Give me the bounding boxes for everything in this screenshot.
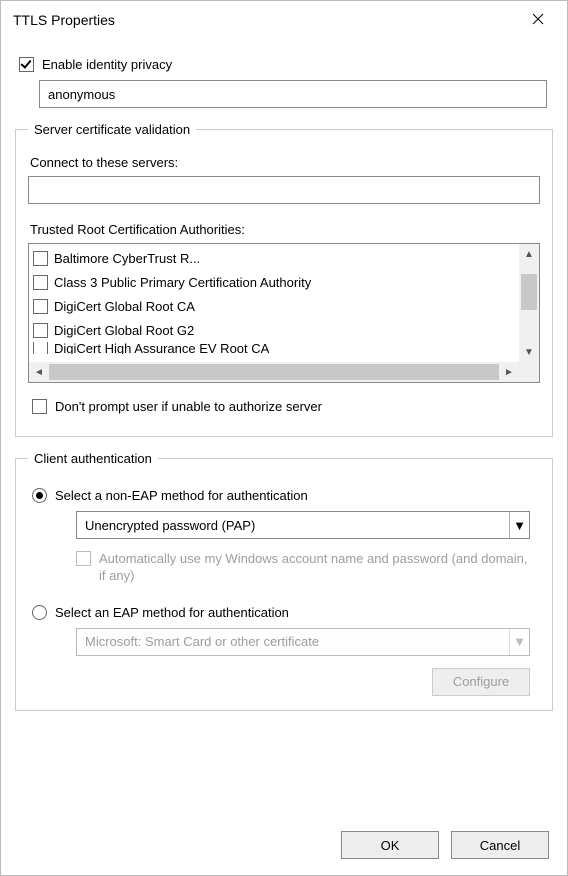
server-cert-validation-group: Server certificate validation Connect to…	[15, 122, 553, 437]
dialog-button-bar: OK Cancel	[341, 831, 549, 859]
dropdown-value: Microsoft: Smart Card or other certifica…	[77, 634, 509, 649]
scroll-left-icon[interactable]: ◄	[29, 362, 49, 382]
connect-servers-label: Connect to these servers:	[30, 155, 538, 170]
enable-identity-privacy-checkbox[interactable]	[19, 57, 34, 72]
ttls-properties-dialog: TTLS Properties Enable identity privacy …	[0, 0, 568, 876]
dont-prompt-checkbox[interactable]	[32, 399, 47, 414]
identity-input[interactable]	[39, 80, 547, 108]
eap-method-dropdown: Microsoft: Smart Card or other certifica…	[76, 628, 530, 656]
ca-item-label: Class 3 Public Primary Certification Aut…	[54, 275, 311, 290]
auto-windows-creds-label: Automatically use my Windows account nam…	[99, 551, 530, 585]
ca-item-checkbox[interactable]	[33, 251, 48, 266]
ca-item-checkbox[interactable]	[33, 323, 48, 338]
titlebar: TTLS Properties	[1, 1, 567, 39]
auto-windows-creds-checkbox	[76, 551, 91, 566]
eap-radio-label: Select an EAP method for authentication	[55, 605, 289, 620]
scroll-down-icon[interactable]: ▼	[519, 342, 539, 362]
list-item[interactable]: DigiCert Global Root G2	[33, 318, 517, 342]
horizontal-scrollbar[interactable]: ◄ ►	[29, 362, 539, 382]
ca-item-checkbox[interactable]	[33, 342, 48, 354]
window-title: TTLS Properties	[13, 12, 515, 28]
eap-radio[interactable]	[32, 605, 47, 620]
enable-identity-privacy-row: Enable identity privacy	[19, 57, 549, 72]
list-item[interactable]: DigiCert High Assurance EV Root CA	[33, 342, 517, 354]
non-eap-method-dropdown[interactable]: Unencrypted password (PAP) ▼	[76, 511, 530, 539]
configure-button: Configure	[432, 668, 530, 696]
vertical-scrollbar[interactable]: ▲ ▼	[519, 244, 539, 362]
list-item[interactable]: Baltimore CyberTrust R...	[33, 246, 517, 270]
list-item[interactable]: DigiCert Global Root CA	[33, 294, 517, 318]
close-button[interactable]	[515, 4, 561, 36]
trusted-root-ca-label: Trusted Root Certification Authorities:	[30, 222, 538, 237]
non-eap-radio[interactable]	[32, 488, 47, 503]
dropdown-value: Unencrypted password (PAP)	[77, 518, 509, 533]
close-icon	[532, 12, 544, 28]
scroll-track[interactable]	[49, 364, 499, 380]
scroll-up-icon[interactable]: ▲	[519, 244, 539, 264]
ca-item-label: DigiCert High Assurance EV Root CA	[54, 342, 269, 354]
client-authentication-legend: Client authentication	[28, 451, 158, 466]
dont-prompt-label: Don't prompt user if unable to authorize…	[55, 399, 322, 414]
non-eap-radio-label: Select a non-EAP method for authenticati…	[55, 488, 308, 503]
chevron-down-icon: ▼	[509, 629, 529, 655]
server-cert-validation-legend: Server certificate validation	[28, 122, 196, 137]
dont-prompt-row: Don't prompt user if unable to authorize…	[32, 399, 536, 414]
auto-windows-creds-row: Automatically use my Windows account nam…	[76, 551, 530, 585]
ca-item-checkbox[interactable]	[33, 275, 48, 290]
scroll-thumb[interactable]	[521, 274, 537, 310]
ca-item-label: Baltimore CyberTrust R...	[54, 251, 200, 266]
trusted-root-ca-listbox[interactable]: Baltimore CyberTrust R... Class 3 Public…	[28, 243, 540, 383]
ca-item-checkbox[interactable]	[33, 299, 48, 314]
enable-identity-privacy-label: Enable identity privacy	[42, 57, 172, 72]
chevron-down-icon[interactable]: ▼	[509, 512, 529, 538]
connect-servers-input[interactable]	[28, 176, 540, 204]
ca-item-label: DigiCert Global Root G2	[54, 323, 194, 338]
cancel-button[interactable]: Cancel	[451, 831, 549, 859]
client-authentication-group: Client authentication Select a non-EAP m…	[15, 451, 553, 711]
scroll-track[interactable]	[519, 264, 539, 342]
non-eap-radio-row[interactable]: Select a non-EAP method for authenticati…	[32, 488, 536, 503]
ok-button[interactable]: OK	[341, 831, 439, 859]
scroll-right-icon[interactable]: ►	[499, 362, 519, 382]
list-item[interactable]: Class 3 Public Primary Certification Aut…	[33, 270, 517, 294]
ca-item-label: DigiCert Global Root CA	[54, 299, 195, 314]
eap-radio-row[interactable]: Select an EAP method for authentication	[32, 605, 536, 620]
